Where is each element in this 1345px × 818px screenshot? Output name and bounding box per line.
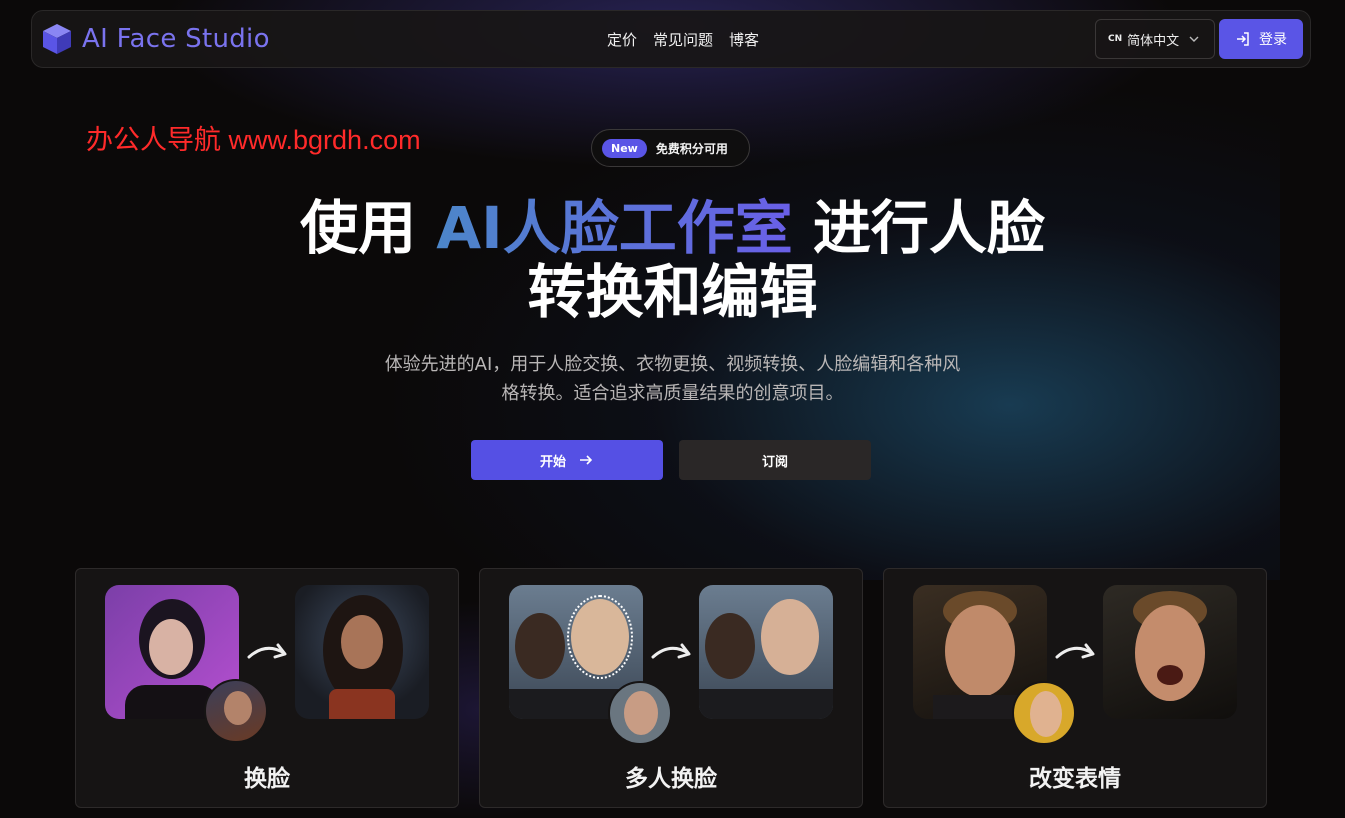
target-face-thumbnail — [204, 679, 268, 743]
result-photo — [699, 585, 833, 719]
feature-card-multi-face-swap[interactable]: 多人换脸 — [479, 568, 863, 808]
curved-arrow-icon — [1055, 643, 1095, 659]
feature-title: 多人换脸 — [625, 766, 717, 792]
hero-subtitle-line1: 体验先进的AI，用于人脸交换、衣物更换、视频转换、人脸编辑和各种风 — [384, 354, 961, 375]
language-select[interactable]: CN 简体中文 — [1095, 19, 1215, 59]
subscribe-button[interactable]: 订阅 — [679, 440, 871, 480]
new-tag: New — [602, 138, 647, 158]
login-icon — [1237, 32, 1249, 46]
login-button[interactable]: 登录 — [1219, 19, 1303, 59]
cube-logo-icon — [43, 24, 71, 54]
feature-card-face-swap[interactable]: 换脸 — [75, 568, 459, 808]
start-button[interactable]: 开始 — [471, 440, 663, 480]
watermark-text: 办公人导航 www.bgrdh.com — [86, 125, 421, 155]
chevron-down-icon — [1189, 36, 1199, 42]
language-label: 简体中文 — [1127, 33, 1180, 49]
background-glow-mid — [380, 80, 1280, 580]
result-photo — [295, 585, 429, 719]
target-face-thumbnail — [1012, 681, 1076, 745]
hero-title-part2: 进行人脸 — [792, 194, 1045, 262]
free-credits-badge: New 免费积分可用 — [591, 129, 750, 167]
hero-title-accent: AI人脸工作室 — [436, 194, 793, 262]
hero-subtitle: 体验先进的AI，用于人脸交换、衣物更换、视频转换、人脸编辑和各种风 格转换。适合… — [340, 350, 1005, 408]
start-label: 开始 — [539, 454, 566, 470]
brand-logo[interactable]: AI Face Studio — [40, 22, 270, 56]
target-face-thumbnail — [608, 681, 672, 745]
arrow-right-icon — [580, 455, 593, 465]
nav-link-faq[interactable]: 常见问题 — [653, 29, 713, 50]
top-navbar: AI Face Studio 定价 常见问题 博客 CN 简体中文 登录 — [31, 10, 1311, 68]
feature-title: 换脸 — [244, 766, 290, 792]
hero-title: 使用 AI人脸工作室 进行人脸 转换和编辑 — [0, 196, 1345, 324]
main-nav: 定价 常见问题 博客 — [607, 29, 759, 50]
feature-card-change-expression[interactable]: 改变表情 — [883, 568, 1267, 808]
hero-subtitle-line2: 格转换。适合追求高质量结果的创意项目。 — [501, 383, 844, 404]
feature-title: 改变表情 — [1029, 766, 1121, 792]
curved-arrow-icon — [651, 643, 691, 659]
brand-name: AI Face Studio — [82, 24, 270, 54]
login-label: 登录 — [1259, 32, 1287, 48]
subscribe-label: 订阅 — [761, 454, 788, 470]
language-code: CN — [1108, 34, 1123, 44]
result-photo — [1103, 585, 1237, 719]
hero-title-part1: 使用 — [300, 194, 437, 262]
curved-arrow-icon — [247, 643, 287, 659]
hero-title-line2: 转换和编辑 — [527, 258, 818, 326]
badge-text: 免费积分可用 — [655, 141, 728, 156]
nav-link-pricing[interactable]: 定价 — [607, 29, 637, 50]
nav-link-blog[interactable]: 博客 — [729, 29, 759, 50]
